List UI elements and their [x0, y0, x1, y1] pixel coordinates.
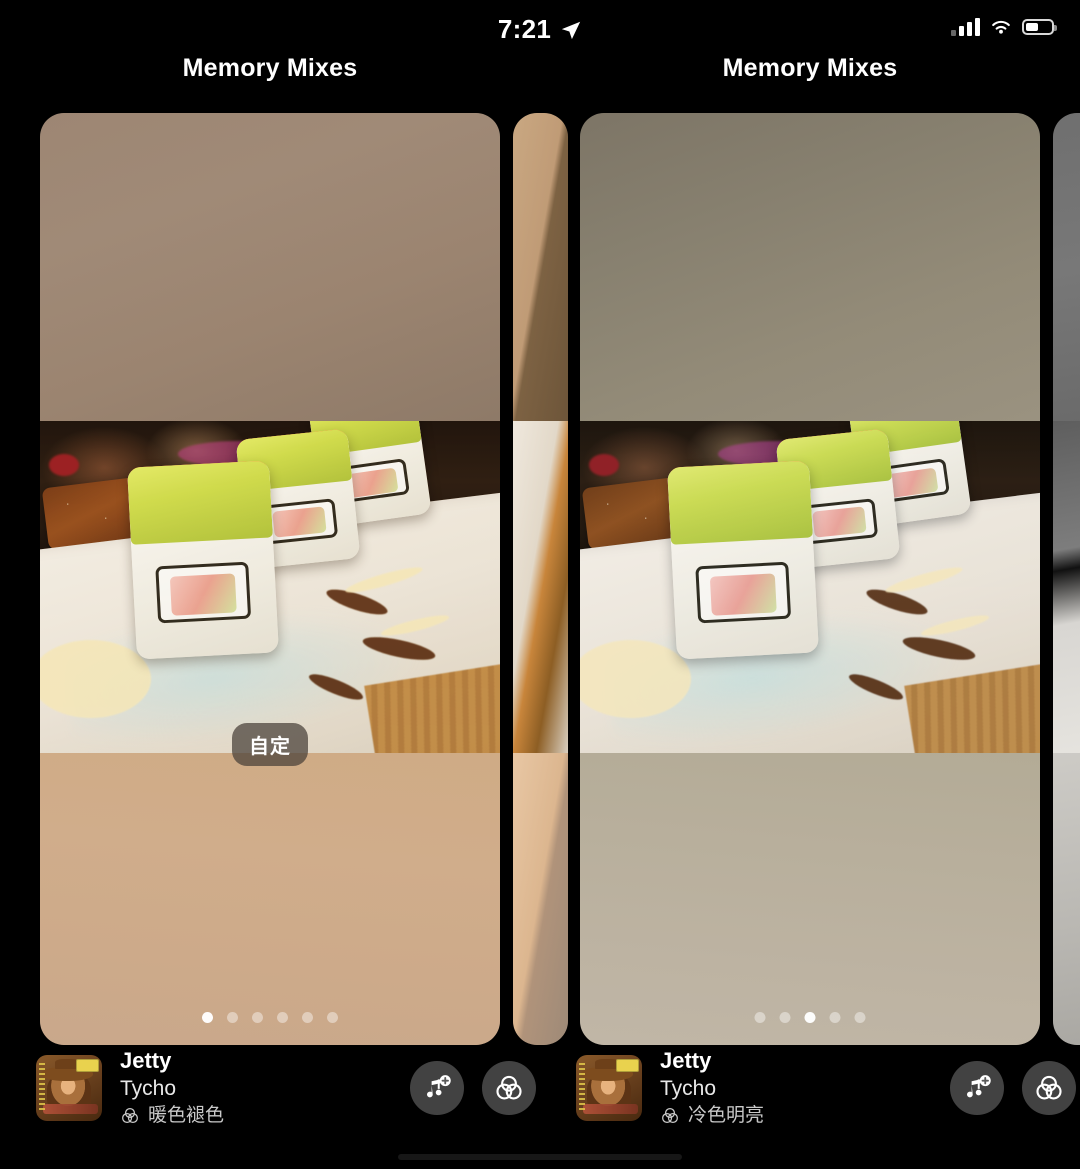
memory-card-cool[interactable]: [580, 113, 1040, 1045]
location-arrow-icon: [561, 21, 581, 40]
status-bar-time-group: 7:21: [0, 14, 1080, 45]
page-dot[interactable]: [302, 1012, 313, 1023]
track-title-right: Jetty: [660, 1048, 712, 1074]
memory-card-warm[interactable]: 自定: [40, 113, 500, 1045]
card-bottom-gradient: [580, 753, 1040, 1045]
track-info-right: Jetty Tycho 冷色明亮: [660, 1048, 764, 1127]
home-indicator[interactable]: [398, 1154, 682, 1160]
card-bottom-gradient: [40, 753, 500, 1045]
filter-label-left: 暖色褪色: [120, 1104, 224, 1128]
memory-photo-warm: [40, 421, 500, 753]
track-info-left: Jetty Tycho 暖色褪色: [120, 1048, 224, 1127]
memory-mix-carousel[interactable]: 自定: [0, 113, 1080, 1048]
track-title-left: Jetty: [120, 1048, 172, 1074]
card-actions-left: [410, 1061, 536, 1115]
page-dot[interactable]: [754, 1012, 766, 1023]
custom-badge[interactable]: 自定: [232, 723, 308, 766]
card-top-gradient: [580, 113, 1040, 421]
page-title-right: Memory Mixes: [722, 54, 898, 82]
music-note-plus-icon: [427, 1075, 451, 1098]
status-bar-time: 7:21: [497, 14, 552, 44]
battery-icon: [1022, 19, 1057, 35]
filter-button-right[interactable]: [1022, 1061, 1076, 1115]
page-dot[interactable]: [327, 1012, 338, 1023]
add-music-button-left[interactable]: [410, 1061, 464, 1115]
peek-top-gradient: [513, 113, 568, 421]
filter-label-right: 冷色明亮: [660, 1104, 764, 1128]
card-actions-right: [950, 1061, 1076, 1115]
peek-bottom-gradient: [1053, 753, 1080, 1045]
album-art-right[interactable]: [576, 1055, 642, 1121]
now-playing-bar-right: Jetty Tycho 冷色明亮: [576, 1043, 1076, 1133]
photos-memory-mixes-screen: 7:21 Memory Mixes Memory Mixes 自定 Jetty …: [0, 0, 1080, 1169]
filter-name-right: 冷色明亮: [688, 1104, 765, 1126]
album-art-left[interactable]: [36, 1055, 102, 1121]
track-artist-left: Tycho: [120, 1077, 177, 1101]
filter-button-left[interactable]: [482, 1061, 536, 1115]
music-note-plus-icon: [967, 1075, 991, 1098]
page-indicator-left[interactable]: [202, 1012, 338, 1023]
status-bar: 7:21: [0, 0, 1080, 52]
peek-bottom-gradient: [513, 753, 568, 1045]
cellular-signal-icon: [951, 18, 980, 36]
color-filter-icon: [1036, 1075, 1062, 1100]
track-artist-right: Tycho: [660, 1077, 717, 1101]
memory-card-peek-middle[interactable]: [513, 113, 568, 1045]
wifi-icon: [992, 20, 1010, 34]
color-filter-icon: [496, 1075, 522, 1100]
memory-photo-cool: [580, 421, 1040, 753]
peek-photo: [513, 421, 568, 753]
status-bar-indicators: [951, 18, 1057, 36]
page-dot[interactable]: [227, 1012, 238, 1023]
add-music-button-right[interactable]: [950, 1061, 1004, 1115]
page-dot[interactable]: [779, 1012, 791, 1023]
color-filter-icon: [662, 1107, 678, 1123]
peek-top-gradient: [1053, 113, 1080, 421]
page-dot[interactable]: [854, 1012, 866, 1023]
peek-photo: [1053, 421, 1080, 753]
card-top-gradient: [40, 113, 500, 421]
page-dot[interactable]: [829, 1012, 841, 1023]
card-titles: Memory Mixes Memory Mixes: [0, 54, 1080, 96]
memory-card-peek-right[interactable]: [1053, 113, 1080, 1045]
filter-name-left: 暖色褪色: [148, 1104, 225, 1126]
page-dot[interactable]: [804, 1012, 816, 1023]
page-dot[interactable]: [252, 1012, 263, 1023]
page-dot[interactable]: [202, 1012, 213, 1023]
page-indicator-right[interactable]: [754, 1012, 866, 1023]
page-title-left: Memory Mixes: [182, 54, 358, 82]
now-playing-bar-left: Jetty Tycho 暖色褪色: [36, 1043, 536, 1133]
page-dot[interactable]: [277, 1012, 288, 1023]
color-filter-icon: [122, 1107, 138, 1123]
